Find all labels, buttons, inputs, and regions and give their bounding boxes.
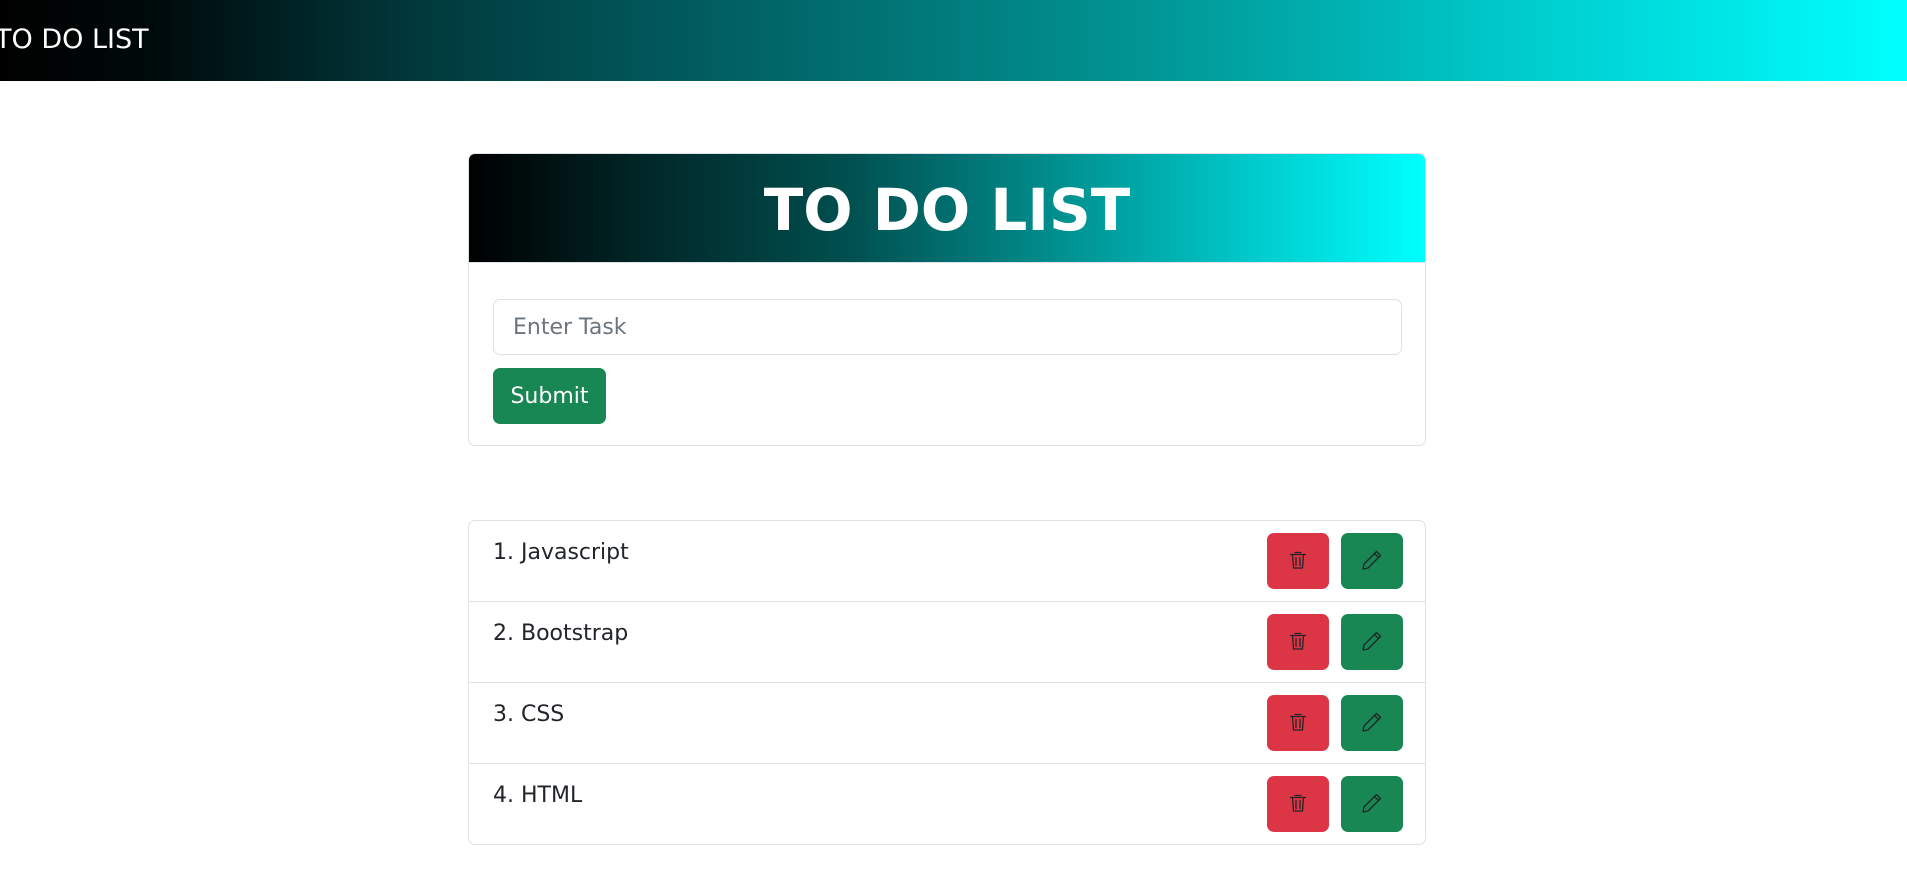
pencil-icon (1360, 629, 1384, 656)
list-item: 2. Bootstrap (469, 602, 1425, 683)
task-label: 4. HTML (493, 783, 583, 808)
delete-button[interactable] (1267, 776, 1329, 832)
list-item: 1. Javascript (469, 521, 1425, 602)
task-list: 1. Javascript 2. Bootstrap 3. CSS 4. HTM… (468, 520, 1426, 845)
trash-icon (1286, 548, 1310, 575)
delete-button[interactable] (1267, 614, 1329, 670)
page-title: TO DO LIST (763, 176, 1131, 244)
delete-button[interactable] (1267, 533, 1329, 589)
navbar-brand[interactable]: TO DO LIST (0, 22, 149, 58)
task-label: 2. Bootstrap (493, 621, 629, 646)
task-input[interactable] (493, 299, 1402, 355)
trash-icon (1286, 629, 1310, 656)
top-navbar: TO DO LIST (0, 0, 1907, 81)
pencil-icon (1360, 791, 1384, 818)
edit-button[interactable] (1341, 533, 1403, 589)
card-header: TO DO LIST (469, 154, 1425, 263)
trash-icon (1286, 710, 1310, 737)
pencil-icon (1360, 548, 1384, 575)
list-item: 4. HTML (469, 764, 1425, 844)
list-item: 3. CSS (469, 683, 1425, 764)
delete-button[interactable] (1267, 695, 1329, 751)
pencil-icon (1360, 710, 1384, 737)
trash-icon (1286, 791, 1310, 818)
submit-button[interactable]: Submit (493, 368, 606, 424)
task-label: 1. Javascript (493, 540, 629, 565)
edit-button[interactable] (1341, 614, 1403, 670)
edit-button[interactable] (1341, 695, 1403, 751)
task-label: 3. CSS (493, 702, 565, 727)
edit-button[interactable] (1341, 776, 1403, 832)
task-form-card: TO DO LIST Submit (468, 153, 1426, 446)
